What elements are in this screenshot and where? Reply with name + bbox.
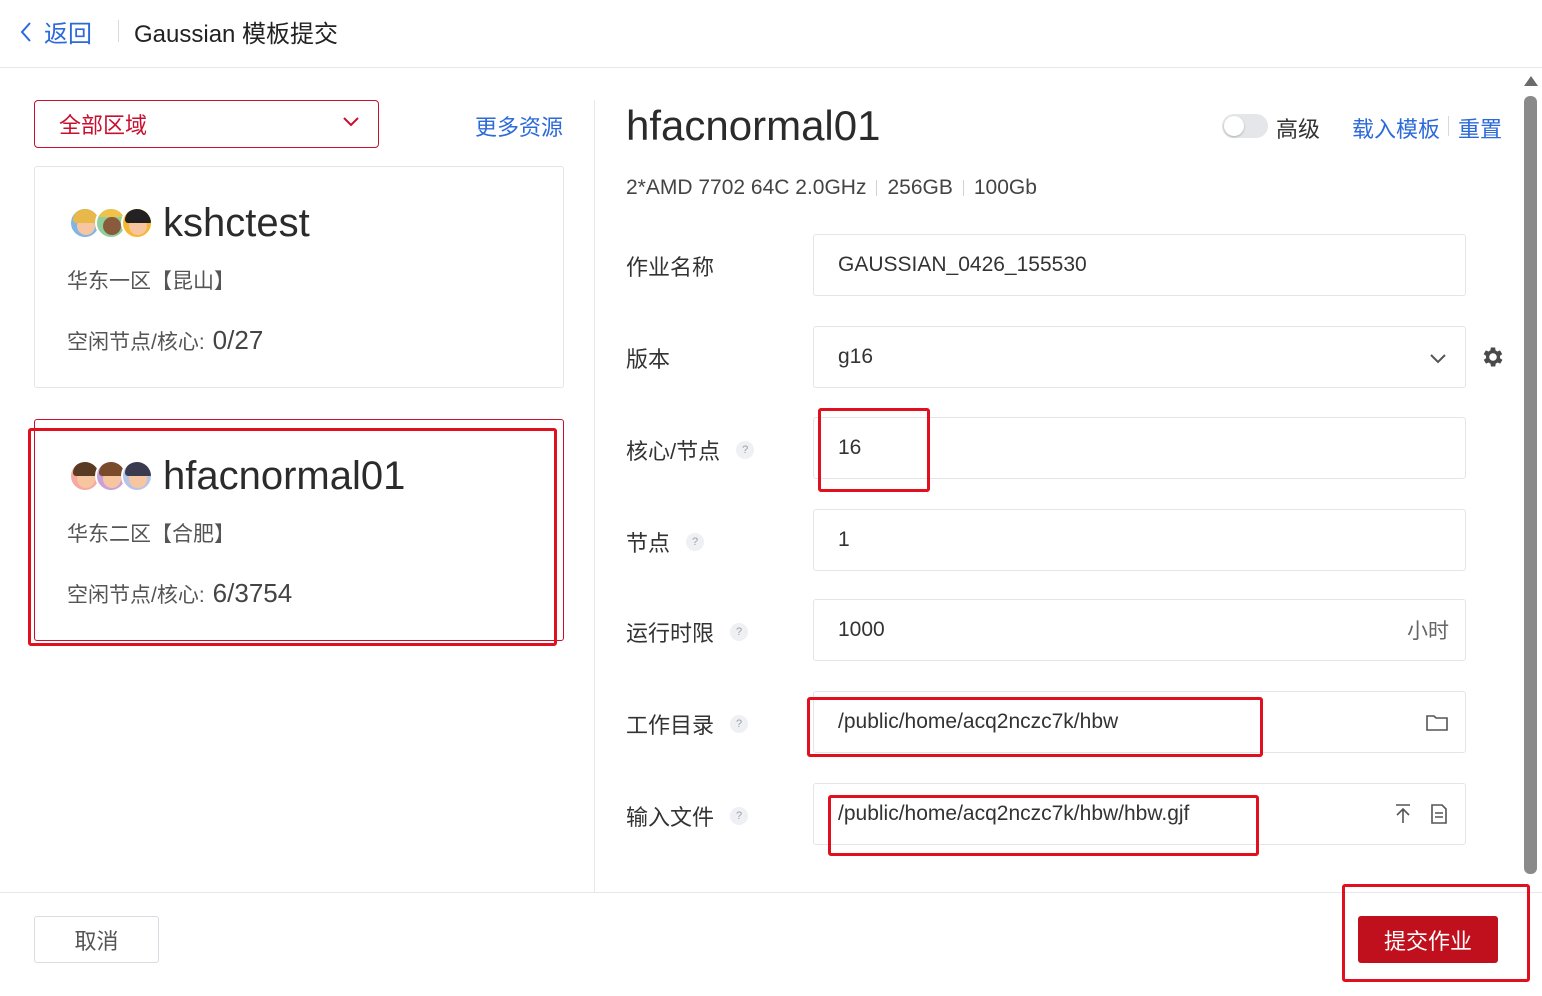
resource-title: hfacnormal01: [626, 102, 881, 149]
job-name-value: GAUSSIAN_0426_155530: [838, 253, 1087, 276]
avatar: [121, 207, 153, 239]
cluster-free-value: 0/27: [212, 325, 264, 355]
submit-job-button[interactable]: 提交作业: [1358, 916, 1498, 963]
page-header: 返回 Gaussian 模板提交: [0, 0, 1542, 68]
runtime-limit-value: 1000: [838, 618, 885, 641]
nodes-label: 节点 ?: [626, 526, 705, 558]
nodes-label-text: 节点: [626, 531, 671, 556]
toggle-knob: [1224, 116, 1244, 136]
chevron-down-icon: [343, 117, 359, 127]
spec-divider: [962, 180, 964, 196]
cluster-free-value: 6/3754: [212, 578, 293, 608]
version-label-text: 版本: [626, 347, 671, 372]
upload-icon[interactable]: [1393, 803, 1413, 825]
scroll-up-arrow[interactable]: [1524, 76, 1538, 86]
input-file-label-text: 输入文件: [626, 805, 715, 830]
version-label: 版本: [626, 342, 670, 374]
spec-disk: 100Gb: [973, 176, 1037, 199]
cluster-card-hfacnormal01[interactable]: hfacnormal01 华东二区【合肥】 空闲节点/核心: 6/3754: [34, 419, 564, 641]
cluster-name: hfacnormal01: [163, 454, 406, 498]
cores-per-node-label-text: 核心/节点: [626, 439, 721, 464]
help-icon[interactable]: ?: [736, 441, 755, 459]
chevron-left-icon: [20, 21, 31, 42]
folder-icon[interactable]: [1425, 711, 1449, 733]
runtime-limit-input[interactable]: 1000 小时: [813, 599, 1466, 661]
runtime-limit-unit: 小时: [1407, 620, 1449, 643]
help-icon[interactable]: ?: [730, 807, 749, 825]
page-title: Gaussian 模板提交: [134, 21, 339, 48]
more-resources-link[interactable]: 更多资源: [475, 110, 563, 142]
input-file-value: /public/home/acq2nczc7k/hbw/hbw.gjf: [838, 802, 1190, 825]
cluster-region: 华东一区【昆山】: [67, 270, 235, 293]
work-dir-value: /public/home/acq2nczc7k/hbw: [838, 710, 1119, 733]
nodes-input[interactable]: 1: [813, 509, 1466, 571]
region-select[interactable]: 全部区域: [34, 100, 379, 148]
cluster-free-label: 空闲节点/核心:: [67, 331, 205, 354]
input-file-input[interactable]: /public/home/acq2nczc7k/hbw/hbw.gjf: [813, 783, 1466, 845]
spec-cpu: 2*AMD 7702 64C 2.0GHz: [626, 176, 867, 199]
avatar-group: [69, 207, 153, 239]
link-divider: [1448, 116, 1449, 136]
cluster-free-label: 空闲节点/核心:: [67, 584, 205, 607]
resource-specs: 2*AMD 7702 64C 2.0GHz 256GB 100Gb: [626, 176, 1037, 200]
spec-divider: [876, 180, 878, 196]
file-icon[interactable]: [1429, 803, 1449, 825]
work-dir-label: 工作目录 ?: [626, 708, 749, 740]
nodes-value: 1: [838, 528, 850, 551]
avatar-group: [69, 460, 153, 492]
cluster-free-resources: 空闲节点/核心: 6/3754: [67, 578, 292, 609]
back-label: 返回: [44, 21, 92, 48]
scrollbar-thumb[interactable]: [1524, 96, 1537, 874]
runtime-limit-label: 运行时限 ?: [626, 616, 749, 648]
input-file-label: 输入文件 ?: [626, 800, 749, 832]
header-divider: [118, 20, 119, 42]
load-template-link[interactable]: 载入模板: [1352, 112, 1440, 144]
reset-link[interactable]: 重置: [1458, 112, 1502, 144]
panel-divider: [594, 100, 595, 892]
job-name-label-text: 作业名称: [626, 255, 715, 280]
cores-per-node-input[interactable]: 16: [813, 417, 1466, 479]
help-icon[interactable]: ?: [730, 715, 749, 733]
cancel-button[interactable]: 取消: [34, 916, 159, 963]
help-icon[interactable]: ?: [730, 623, 749, 641]
cluster-free-resources: 空闲节点/核心: 0/27: [67, 325, 263, 356]
cores-per-node-value: 16: [838, 436, 862, 459]
work-dir-input[interactable]: /public/home/acq2nczc7k/hbw: [813, 691, 1466, 753]
work-dir-label-text: 工作目录: [626, 713, 715, 738]
gear-icon[interactable]: [1480, 344, 1506, 370]
advanced-label: 高级: [1276, 117, 1321, 142]
chevron-down-icon: [1430, 354, 1446, 364]
footer-divider: [0, 892, 1542, 893]
job-name-input[interactable]: GAUSSIAN_0426_155530: [813, 234, 1466, 296]
cluster-card-kshctest[interactable]: kshctest 华东一区【昆山】 空闲节点/核心: 0/27: [34, 166, 564, 388]
spec-memory: 256GB: [887, 176, 953, 199]
job-name-label: 作业名称: [626, 250, 714, 282]
cluster-region: 华东二区【合肥】: [67, 523, 235, 546]
help-icon[interactable]: ?: [686, 533, 705, 551]
version-select[interactable]: g16: [813, 326, 1466, 388]
avatar: [121, 460, 153, 492]
region-select-value: 全部区域: [59, 113, 148, 138]
runtime-limit-label-text: 运行时限: [626, 621, 715, 646]
advanced-toggle[interactable]: [1222, 114, 1268, 138]
cores-per-node-label: 核心/节点 ?: [626, 434, 755, 466]
back-button[interactable]: 返回: [20, 14, 92, 49]
cluster-name: kshctest: [163, 201, 310, 245]
version-value: g16: [838, 345, 874, 368]
